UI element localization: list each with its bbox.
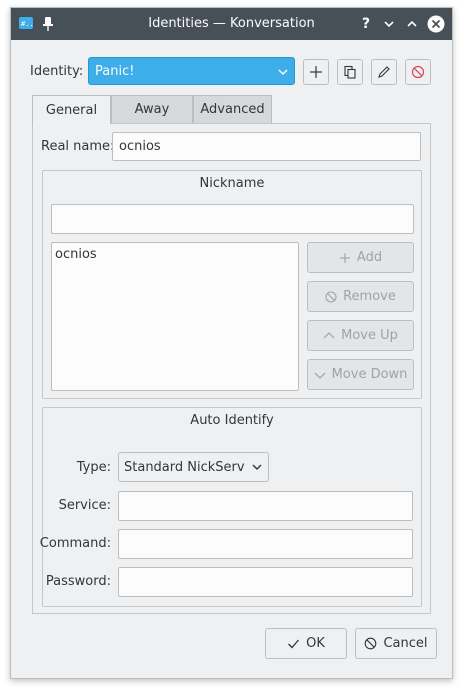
realname-label: Real name: <box>41 139 115 154</box>
plus-icon <box>310 66 322 78</box>
command-input[interactable] <box>118 529 413 559</box>
cancel-label: Cancel <box>383 636 428 651</box>
type-value: Standard NickServ <box>124 459 245 475</box>
checkmark-icon <box>288 639 300 649</box>
service-input[interactable] <box>118 491 413 521</box>
type-combobox[interactable]: Standard NickServ <box>118 452 269 482</box>
chevron-down-icon <box>252 464 262 470</box>
identity-combobox[interactable]: Panic! <box>88 57 295 85</box>
chevron-down-icon <box>314 372 326 379</box>
chevron-down-icon <box>384 21 394 28</box>
realname-value: ocnios <box>119 139 161 154</box>
delete-identity-button[interactable] <box>405 59 431 85</box>
chevron-up-icon <box>323 331 335 338</box>
rename-identity-button[interactable] <box>371 59 397 85</box>
tab-advanced-label: Advanced <box>200 102 265 117</box>
maximize-button[interactable] <box>402 14 422 34</box>
realname-input[interactable]: ocnios <box>112 132 421 161</box>
move-down-button[interactable]: Move Down <box>307 359 414 390</box>
help-button[interactable]: ? <box>356 14 376 34</box>
tab-general-label: General <box>45 102 98 118</box>
ok-label: OK <box>306 636 325 651</box>
identities-dialog: #.. Identities — Konversation ? Identity… <box>10 7 453 679</box>
nickname-groupbox: Nickname ocnios Add Remove Move Up Move … <box>42 170 422 399</box>
service-label: Service: <box>58 498 111 513</box>
password-input[interactable] <box>118 567 413 597</box>
delete-icon <box>411 65 425 79</box>
remove-nickname-button[interactable]: Remove <box>307 281 414 312</box>
minimize-button[interactable] <box>379 14 399 34</box>
question-mark-icon: ? <box>361 16 371 32</box>
general-tab-panel: Real name: ocnios Nickname ocnios Add Re… <box>32 123 431 614</box>
command-label: Command: <box>39 536 111 551</box>
add-identity-button[interactable] <box>303 59 329 85</box>
remove-icon <box>325 290 337 303</box>
duplicate-identity-button[interactable] <box>337 59 363 85</box>
move-up-button[interactable]: Move Up <box>307 320 414 351</box>
close-icon <box>427 15 445 33</box>
tab-away-label: Away <box>134 102 170 117</box>
tab-away[interactable]: Away <box>111 95 193 123</box>
add-nickname-button[interactable]: Add <box>307 242 414 273</box>
chevron-up-icon <box>407 20 417 27</box>
plus-icon <box>339 252 350 263</box>
list-item[interactable]: ocnios <box>55 247 97 262</box>
type-label: Type: <box>76 460 111 475</box>
ok-button[interactable]: OK <box>265 628 347 659</box>
auto-identify-group-title: Auto Identify <box>190 413 274 428</box>
pencil-icon <box>378 66 390 78</box>
tab-general[interactable]: General <box>32 95 111 124</box>
move-up-label: Move Up <box>341 328 398 343</box>
add-label: Add <box>356 250 383 265</box>
identity-selected-value: Panic! <box>95 64 135 79</box>
nickname-group-title: Nickname <box>199 176 265 191</box>
title-bar: #.. Identities — Konversation ? <box>11 8 452 40</box>
cancel-icon <box>365 637 377 650</box>
move-down-label: Move Down <box>331 367 408 382</box>
nickname-input[interactable] <box>51 204 414 234</box>
chevron-down-icon <box>278 69 288 76</box>
identity-label: Identity: <box>30 64 84 79</box>
remove-label: Remove <box>343 289 396 304</box>
tab-advanced[interactable]: Advanced <box>193 95 272 123</box>
password-label: Password: <box>45 574 111 589</box>
close-button[interactable] <box>426 14 446 34</box>
cancel-button[interactable]: Cancel <box>355 628 437 659</box>
nickname-list[interactable]: ocnios <box>51 242 299 391</box>
copy-icon <box>344 65 356 79</box>
auto-identify-groupbox: Auto Identify Type: Standard NickServ Se… <box>39 407 422 607</box>
